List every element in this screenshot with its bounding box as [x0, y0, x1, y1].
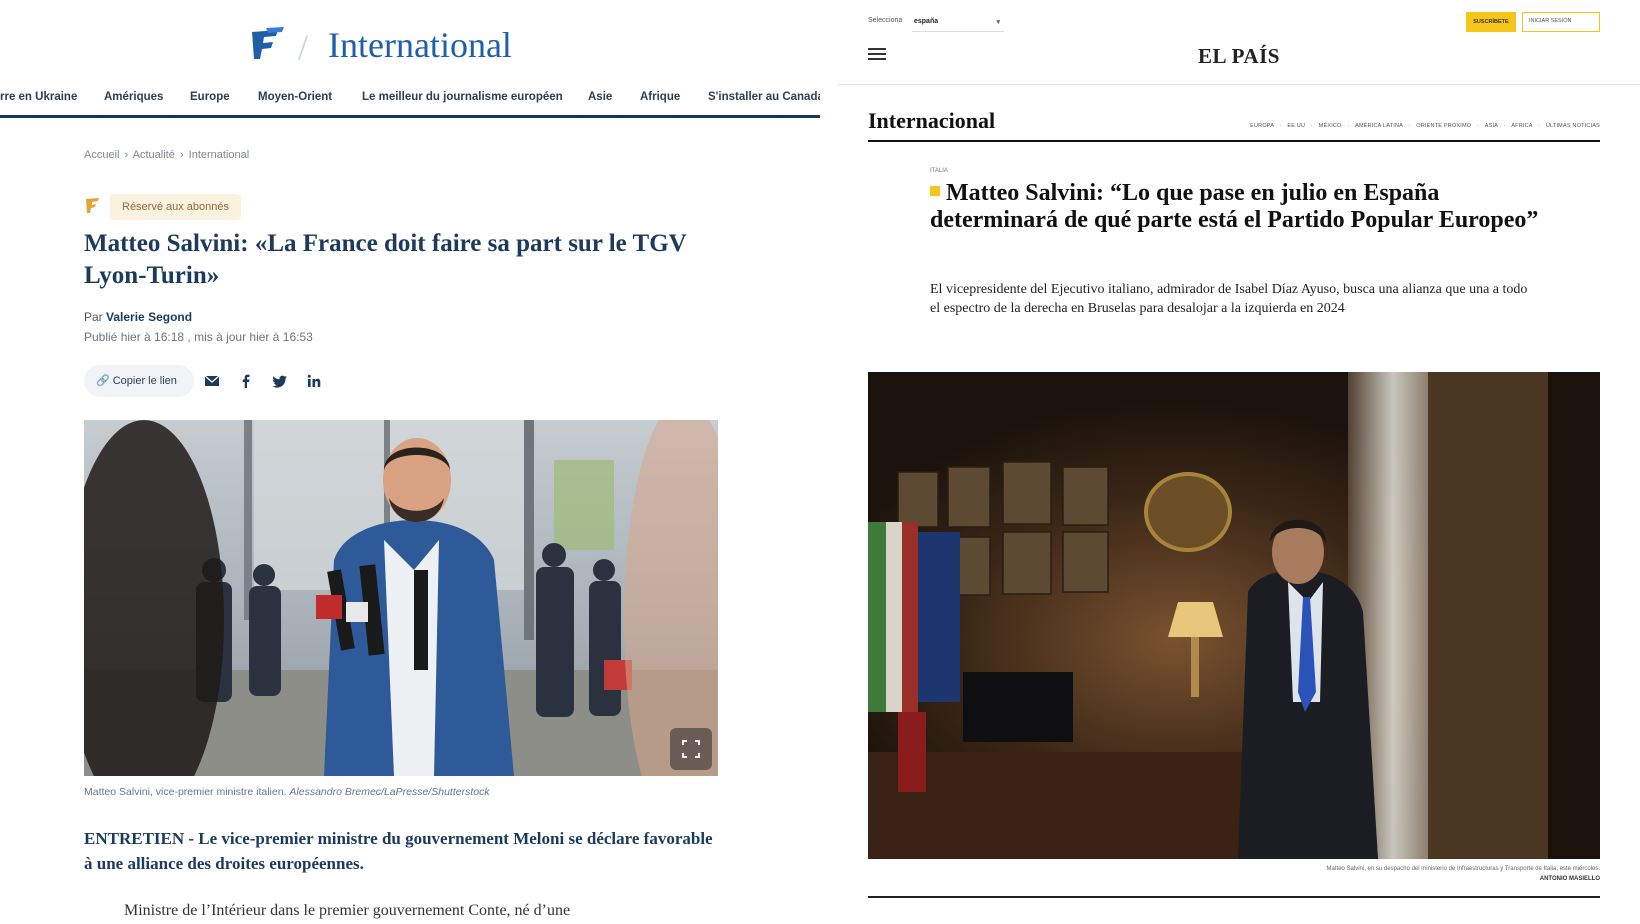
photo-caption-text: Matteo Salvini, vice-premier ministre it… — [84, 786, 287, 798]
subscribe-button[interactable]: SUSCRÍBETE — [1466, 12, 1516, 32]
figaro-mini-logo-icon — [86, 198, 99, 213]
nav-item-moyen-orient[interactable]: Moyen-Orient — [258, 91, 332, 103]
author-link[interactable]: Valerie Segond — [106, 310, 192, 324]
nav-item-journalisme-europeen[interactable]: Le meilleur du journalisme européen — [362, 91, 563, 103]
breadcrumb-international[interactable]: International — [189, 149, 250, 161]
breadcrumb: Accueil › Actualité › International — [84, 149, 251, 161]
masthead-separator: / — [298, 27, 309, 67]
copy-link-button[interactable]: 🔗 Copier le lien — [84, 365, 194, 397]
subnav-mexico[interactable]: MÉXICO — [1319, 123, 1342, 129]
twitter-icon[interactable] — [270, 371, 290, 391]
subnav-separator: · — [1408, 123, 1411, 129]
subscriber-badge: Réservé aux abonnés — [110, 194, 242, 220]
mail-icon[interactable] — [202, 371, 222, 391]
byline-prefix: Par — [84, 310, 103, 324]
edition-value: españa — [914, 18, 939, 25]
subnav-separator: · — [1347, 123, 1350, 129]
section-bar: Internacional EUROPA · EE UU · MÉXICO · … — [868, 106, 1600, 142]
subnav-separator: · — [1476, 123, 1479, 129]
article-divider — [868, 896, 1600, 898]
article-standfirst: El vicepresidente del Ejecutivo italiano… — [930, 282, 1528, 316]
breadcrumb-separator: › — [124, 149, 129, 161]
photo-caption-text: Matteo Salvini, en su despacho del minis… — [1326, 866, 1600, 872]
breadcrumb-actualite[interactable]: Actualité — [133, 149, 175, 161]
expand-photo-button[interactable] — [670, 728, 712, 770]
edition-select[interactable]: españa ▾ — [912, 14, 1004, 32]
subnav-europa[interactable]: EUROPA — [1250, 123, 1274, 129]
nav-item-afrique[interactable]: Afrique — [640, 91, 680, 103]
facebook-icon[interactable] — [236, 371, 256, 391]
nav-item-europe[interactable]: Europe — [190, 91, 230, 103]
photo-caption: Matteo Salvini, vice-premier ministre it… — [84, 786, 490, 798]
nav-item-asie[interactable]: Asie — [588, 91, 612, 103]
nav-item-ukraine[interactable]: rre en Ukraine — [0, 91, 77, 103]
subnav-ultimas-noticias[interactable]: ÚLTIMAS NOTICIAS — [1546, 123, 1600, 129]
article-title: Matteo Salvini: «La France doit faire sa… — [84, 230, 687, 289]
header-divider — [838, 84, 1640, 85]
article-photo[interactable] — [84, 420, 718, 776]
subnav-eeuu[interactable]: EE UU — [1287, 123, 1305, 129]
link-icon: 🔗 — [96, 375, 110, 387]
edition-label: Selecciona — [868, 17, 903, 24]
figaro-masthead: / International — [0, 22, 820, 70]
article-body: Ministre de l’Intérieur dans le premier … — [124, 902, 571, 919]
premium-marker-icon — [930, 186, 940, 197]
expand-icon — [682, 740, 700, 758]
login-button[interactable]: INICIAR SESIÓN — [1522, 12, 1600, 32]
top-bar: Selecciona españa ▾ SUSCRÍBETE INICIAR S… — [838, 12, 1640, 34]
photo-credit: ANTONIO MASIELLO — [1539, 876, 1600, 882]
salvini-office-photo — [868, 372, 1600, 859]
subnav-separator: · — [1538, 123, 1541, 129]
article-title-text: Matteo Salvini: “Lo que pase en julio en… — [930, 180, 1539, 233]
photo-caption: Matteo Salvini, en su despacho del minis… — [1040, 864, 1600, 884]
section-title[interactable]: International — [328, 24, 512, 66]
subnav-separator: · — [1279, 123, 1282, 129]
subnav-america-latina[interactable]: AMÉRICA LATINA — [1355, 123, 1403, 129]
subnav-asia[interactable]: ASIA — [1485, 123, 1498, 129]
section-title[interactable]: Internacional — [868, 108, 995, 134]
elpais-article-page: Selecciona españa ▾ SUSCRÍBETE INICIAR S… — [838, 0, 1640, 924]
subnav-separator: · — [1310, 123, 1313, 129]
breadcrumb-accueil[interactable]: Accueil — [84, 149, 119, 161]
subnav-separator: · — [1503, 123, 1506, 129]
linkedin-icon[interactable] — [304, 371, 324, 391]
byline: Par Valerie Segond — [84, 310, 192, 324]
figaro-logo-icon[interactable] — [248, 24, 288, 64]
subnav-africa[interactable]: ÁFRICA — [1511, 123, 1532, 129]
photo-credit: Alessandro Bremec/LaPresse/Shutterstock — [289, 786, 490, 798]
published-date: Publié hier à 16:18 , mis à jour hier à … — [84, 330, 313, 344]
salvini-press-photo — [84, 420, 718, 776]
elpais-logo[interactable]: EL PAÍS — [838, 44, 1640, 69]
chevron-down-icon: ▾ — [996, 19, 1000, 26]
nav-item-canada[interactable]: S'installer au Canada — [708, 91, 820, 103]
breadcrumb-separator: › — [179, 149, 184, 161]
section-subnav: EUROPA · EE UU · MÉXICO · AMÉRICA LATINA… — [1246, 123, 1600, 129]
copy-link-label: Copier le lien — [112, 375, 177, 387]
article-lead: ENTRETIEN - Le vice-premier ministre du … — [84, 829, 713, 873]
article-photo[interactable] — [868, 372, 1600, 859]
article-title: Matteo Salvini: “Lo que pase en julio en… — [930, 180, 1540, 234]
nav-item-ameriques[interactable]: Amériques — [104, 91, 163, 103]
figaro-article-page: / International rre en Ukraine Amériques… — [0, 0, 820, 924]
subnav-oriente-proximo[interactable]: ORIENTE PRÓXIMO — [1416, 123, 1471, 129]
section-nav: rre en Ukraine Amériques Europe Moyen-Or… — [0, 86, 820, 118]
article-tag[interactable]: ITALIA — [930, 168, 948, 174]
